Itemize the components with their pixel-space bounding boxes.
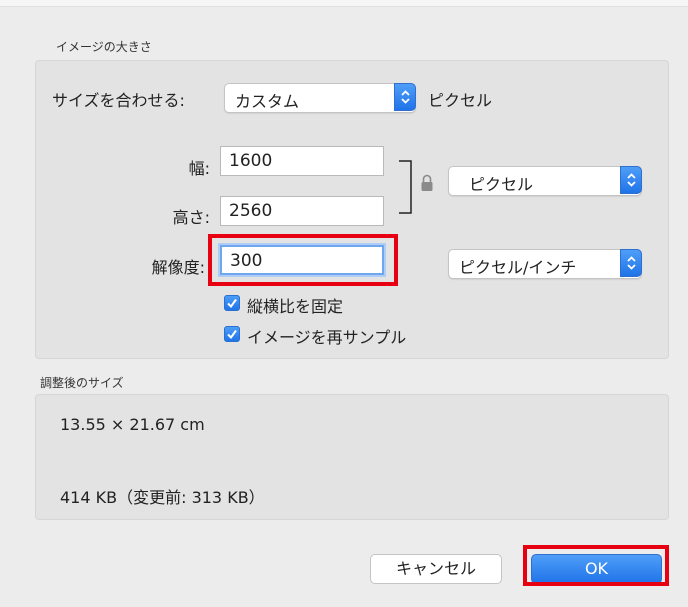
dimension-unit-popup[interactable]: ピクセル xyxy=(448,166,642,196)
fit-label: サイズを合わせる: xyxy=(52,91,185,110)
resolution-highlight-outline xyxy=(208,234,398,286)
fit-popup-arrows-icon xyxy=(394,83,416,111)
window-top-edge xyxy=(0,0,688,7)
fit-unit-label: ピクセル xyxy=(428,91,493,110)
constrain-proportions-label[interactable]: 縦横比を固定 xyxy=(247,293,343,317)
cancel-button[interactable]: キャンセル xyxy=(370,554,502,584)
result-section-title: 調整後のサイズ xyxy=(40,376,124,390)
height-field-value: 2560 xyxy=(229,201,273,221)
fit-popup-value: カスタム xyxy=(235,92,300,111)
height-field[interactable]: 2560 xyxy=(220,196,384,226)
resolution-unit-popup[interactable]: ピクセル/インチ xyxy=(448,249,642,279)
width-label: 幅: xyxy=(188,159,210,178)
checkmark-icon xyxy=(227,298,237,309)
width-field-value: 1600 xyxy=(229,151,273,171)
dimension-unit-popup-value: ピクセル xyxy=(469,175,534,194)
resolution-unit-popup-value: ピクセル/インチ xyxy=(459,258,577,277)
constrain-proportions-checkbox[interactable] xyxy=(224,295,240,311)
resample-image-label[interactable]: イメージを再サンプル xyxy=(247,324,406,348)
resample-image-checkbox[interactable] xyxy=(224,326,240,342)
resolution-unit-popup-arrows-icon xyxy=(620,249,642,277)
image-size-section-title: イメージの大きさ xyxy=(56,40,152,54)
lock-icon[interactable] xyxy=(420,174,434,192)
fit-popup[interactable]: カスタム xyxy=(224,83,416,113)
width-field[interactable]: 1600 xyxy=(220,146,384,176)
result-file-size: 414 KB（変更前: 313 KB） xyxy=(60,488,265,507)
checkmark-icon xyxy=(227,329,237,340)
resolution-label: 解像度: xyxy=(151,258,205,277)
dimension-unit-popup-arrows-icon xyxy=(620,166,642,194)
result-dimensions: 13.55 × 21.67 cm xyxy=(60,415,205,434)
height-label: 高さ: xyxy=(172,208,210,227)
ok-highlight-outline xyxy=(523,545,669,586)
